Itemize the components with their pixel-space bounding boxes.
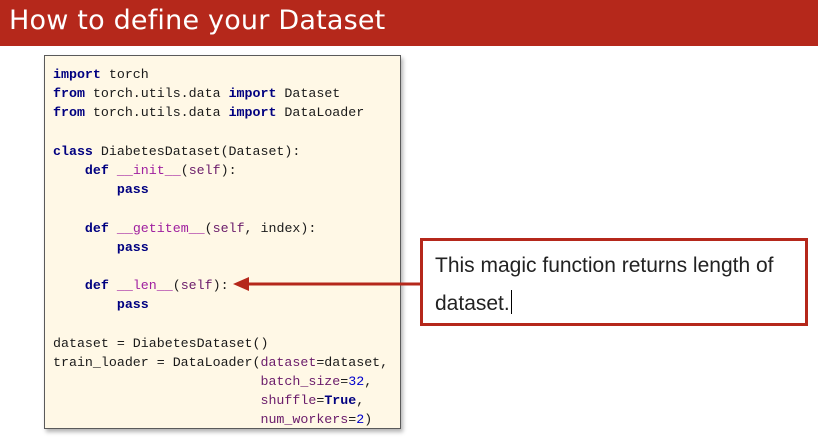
- callout-text-content: This magic function returns length of da…: [435, 254, 774, 315]
- text-cursor: [510, 290, 512, 314]
- callout-box: This magic function returns length of da…: [420, 238, 808, 326]
- arrow-connector: [233, 277, 420, 291]
- arrow-head-icon: [233, 277, 249, 291]
- callout-text: This magic function returns length of da…: [435, 247, 805, 323]
